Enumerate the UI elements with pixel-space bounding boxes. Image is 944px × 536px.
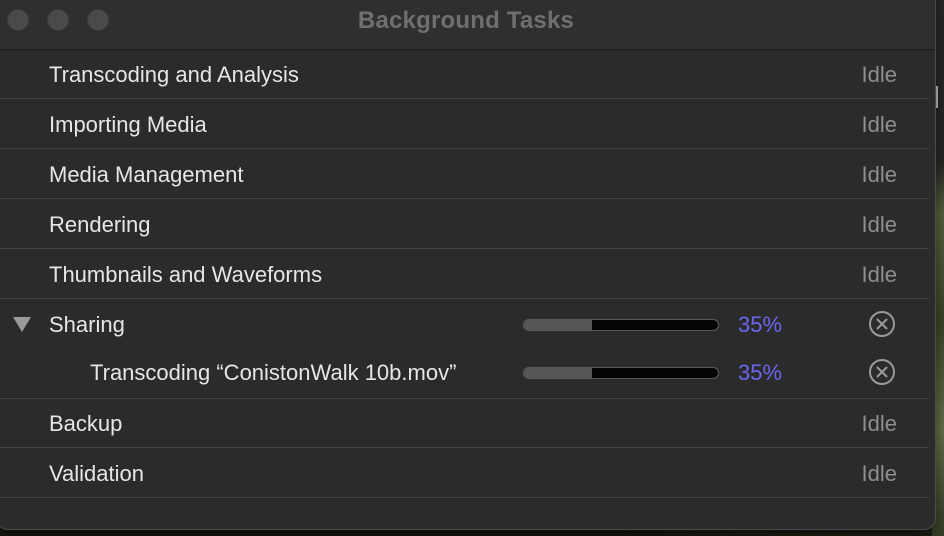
task-row-media-management[interactable]: Media Management Idle [0, 150, 929, 199]
task-label: Thumbnails and Waveforms [49, 262, 323, 287]
task-label: Sharing [49, 312, 125, 337]
subtask-progress-fill [524, 368, 592, 378]
subtask-progress-percent: 35% [738, 360, 783, 385]
task-label: Backup [49, 411, 123, 436]
task-status: Idle [861, 112, 897, 137]
cancel-circle-x-icon [876, 318, 888, 330]
task-row-importing-media[interactable]: Importing Media Idle [0, 100, 929, 149]
task-row-validation[interactable]: Validation Idle [0, 449, 929, 498]
title-bar[interactable]: Background Tasks [0, 0, 935, 50]
task-label: Rendering [49, 212, 151, 237]
task-label: Importing Media [49, 112, 207, 137]
task-status: Idle [861, 262, 897, 287]
window-title: Background Tasks [357, 7, 575, 34]
task-status: Idle [861, 212, 897, 237]
task-row-backup[interactable]: Backup Idle [0, 399, 929, 448]
task-label: Media Management [49, 162, 244, 187]
background-window-marker [936, 86, 940, 108]
task-label: Transcoding and Analysis [49, 62, 299, 87]
task-status: Idle [861, 411, 897, 436]
cancel-sharing-button[interactable] [869, 311, 895, 337]
task-status: Idle [861, 62, 897, 87]
task-label: Validation [49, 461, 144, 486]
subtask-label: Transcoding “ConistonWalk 10b.mov” [90, 360, 457, 385]
task-status: Idle [861, 461, 897, 486]
sharing-progress-fill [524, 320, 592, 330]
task-status: Idle [861, 162, 897, 187]
task-row-thumbnails-waveforms[interactable]: Thumbnails and Waveforms Idle [0, 250, 929, 299]
sharing-progress-bar [523, 319, 719, 331]
task-group-sharing[interactable]: Sharing 35% Transcoding “ConistonWalk 10… [0, 300, 929, 399]
subtask-progress-bar [523, 367, 719, 379]
disclosure-triangle-down-icon[interactable] [13, 317, 31, 332]
task-row-rendering[interactable]: Rendering Idle [0, 200, 929, 249]
background-tasks-window: Background Tasks Transcoding and Analysi… [0, 0, 936, 530]
sharing-progress-percent: 35% [738, 312, 783, 337]
task-row-transcoding-analysis[interactable]: Transcoding and Analysis Idle [0, 50, 929, 99]
cancel-subtask-button[interactable] [869, 359, 895, 385]
cancel-circle-x-icon [876, 366, 888, 378]
